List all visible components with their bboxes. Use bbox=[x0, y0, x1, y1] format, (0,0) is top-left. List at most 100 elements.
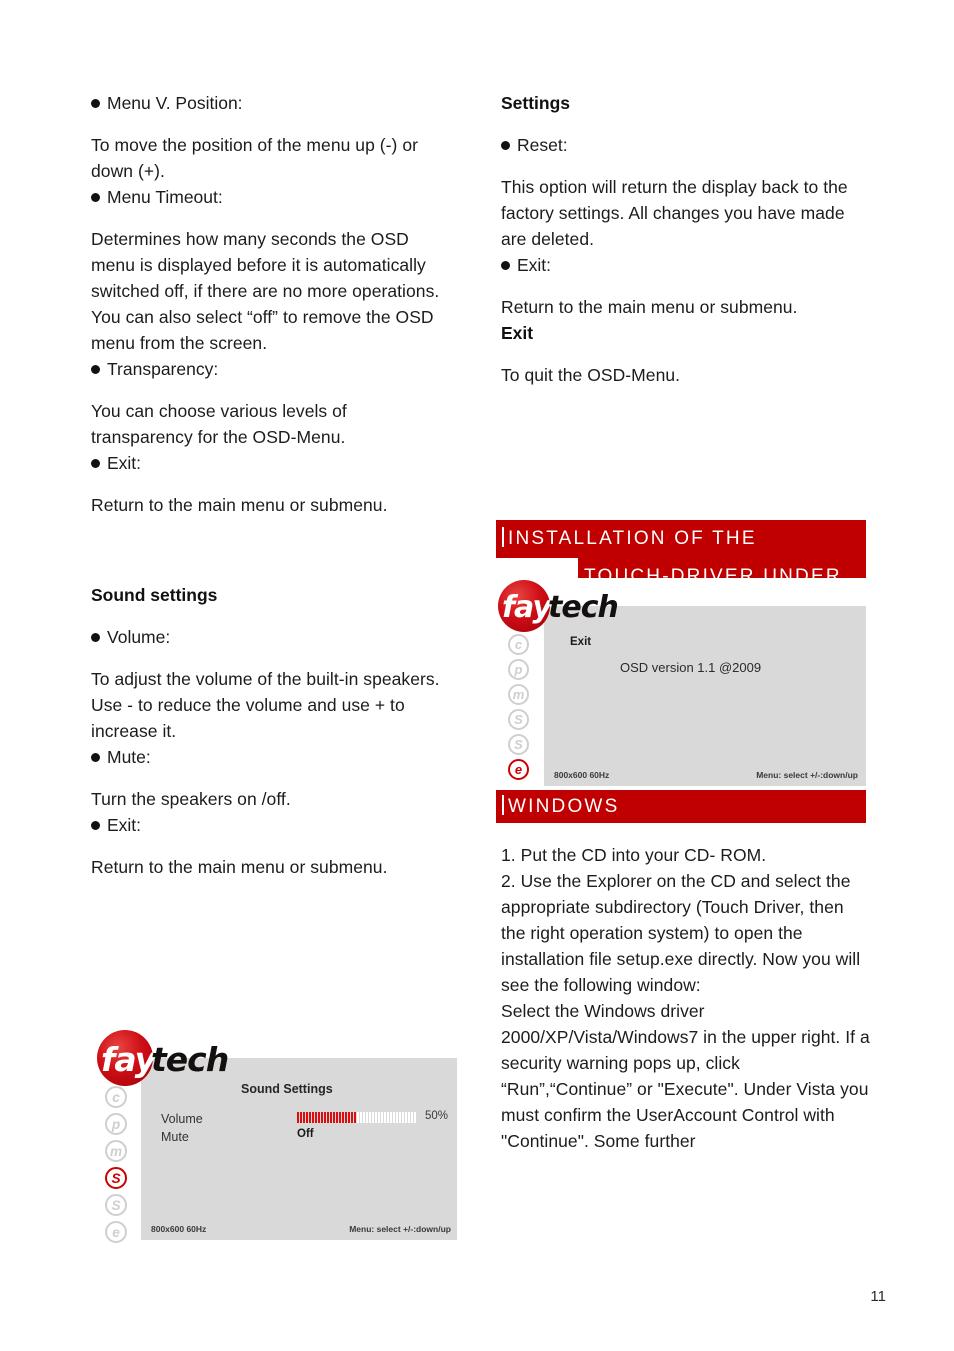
osd-rail-badge-c-0[interactable]: c bbox=[105, 1086, 127, 1108]
step-2: 2. Use the Explorer on the CD and select… bbox=[501, 871, 861, 995]
bullet-dot-icon bbox=[91, 193, 100, 202]
heading-sound-settings: Sound settings bbox=[91, 585, 218, 605]
volume-segment bbox=[330, 1112, 332, 1123]
paragraph-reset: This option will return the display back… bbox=[501, 177, 848, 249]
right-column: Settings Reset: This option will return … bbox=[501, 90, 861, 388]
left-column: Menu V. Position: To move the position o… bbox=[91, 90, 451, 880]
section-banner-line1: INSTALLATION OF THE bbox=[496, 520, 866, 558]
logo-fay-text: fay bbox=[502, 590, 552, 625]
bullet-menu-v-position: Menu V. Position: bbox=[91, 90, 451, 116]
faytech-logo: fay tech bbox=[496, 578, 656, 640]
volume-slider[interactable] bbox=[297, 1112, 416, 1123]
volume-segment bbox=[306, 1112, 308, 1123]
osd-rail-badge-s-3[interactable]: S bbox=[105, 1167, 127, 1189]
bullet-reset: Reset: bbox=[501, 132, 861, 158]
paragraph-exit-settings: Return to the main menu or submenu. bbox=[501, 297, 798, 317]
banner-tick-icon bbox=[502, 795, 504, 815]
bullet-label: Menu V. Position: bbox=[107, 93, 243, 113]
volume-segment bbox=[405, 1112, 407, 1123]
paragraph-menu-timeout: Determines how many seconds the OSD menu… bbox=[91, 229, 440, 353]
bullet-label: Exit: bbox=[517, 255, 552, 275]
osd-rail-badge-e-5[interactable]: e bbox=[508, 759, 529, 780]
osd-rail-badge-e-5[interactable]: e bbox=[105, 1221, 127, 1243]
bullet-dot-icon bbox=[91, 459, 100, 468]
osd-rail-badge-c-0[interactable]: c bbox=[508, 634, 529, 655]
volume-segment bbox=[348, 1112, 350, 1123]
osd-rail-badge-p-1[interactable]: p bbox=[508, 659, 529, 680]
paragraph-exit-sound: Return to the main menu or submenu. bbox=[91, 857, 388, 877]
volume-segment bbox=[339, 1112, 341, 1123]
document-page: Menu V. Position: To move the position o… bbox=[0, 0, 954, 1351]
osd-screenshot-sound: fay tech cpmSSe Sound Settings Volume Mu… bbox=[95, 1028, 457, 1243]
osd-rail-badge-s-4[interactable]: S bbox=[105, 1194, 127, 1216]
bullet-label: Exit: bbox=[107, 815, 142, 835]
step-1: 1. Put the CD into your CD- ROM. bbox=[501, 845, 767, 865]
bullet-dot-icon bbox=[91, 365, 100, 374]
bullet-dot-icon bbox=[501, 141, 510, 150]
osd-rail-badge-p-1[interactable]: p bbox=[105, 1113, 127, 1135]
page-number: 11 bbox=[870, 1288, 886, 1305]
volume-segment bbox=[327, 1112, 329, 1123]
volume-segment bbox=[393, 1112, 395, 1123]
osd-rail-badge-s-3[interactable]: S bbox=[508, 709, 529, 730]
volume-segment bbox=[366, 1112, 368, 1123]
osd-rail-badge-m-2[interactable]: m bbox=[508, 684, 529, 705]
volume-segment bbox=[381, 1112, 383, 1123]
bullet-dot-icon bbox=[91, 753, 100, 762]
paragraph-mute: Turn the speakers on /off. bbox=[91, 789, 291, 809]
banner-tick-icon bbox=[502, 527, 504, 547]
osd-row-label-mute[interactable]: Mute bbox=[161, 1130, 189, 1144]
logo-fay-text: fay bbox=[101, 1040, 156, 1079]
mute-state-value: Off bbox=[297, 1128, 314, 1140]
step-3: Select the Windows driver 2000/XP/Vista/… bbox=[501, 1001, 870, 1151]
osd-sound-footer-right: Menu: select +/-:down/up bbox=[349, 1224, 451, 1234]
osd-rail-badge-m-2[interactable]: m bbox=[105, 1140, 127, 1162]
volume-segment bbox=[408, 1112, 410, 1123]
osd-rail-badge-s-4[interactable]: S bbox=[508, 734, 529, 755]
logo-tech-text: tech bbox=[151, 1040, 229, 1079]
volume-segment bbox=[309, 1112, 311, 1123]
volume-segment bbox=[372, 1112, 374, 1123]
volume-segment bbox=[414, 1112, 416, 1123]
paragraph-exit-osd: Return to the main menu or submenu. bbox=[91, 495, 388, 515]
volume-segment bbox=[300, 1112, 302, 1123]
volume-segment bbox=[360, 1112, 362, 1123]
volume-segment bbox=[342, 1112, 344, 1123]
volume-segment bbox=[315, 1112, 317, 1123]
bullet-exit-sound: Exit: bbox=[91, 812, 451, 838]
osd-screenshot-exit: fay tech cpmSSe Exit OSD version 1.1 @20… bbox=[496, 578, 866, 790]
volume-segment bbox=[384, 1112, 386, 1123]
logo-tech-text: tech bbox=[548, 590, 619, 625]
volume-segment bbox=[324, 1112, 326, 1123]
paragraph-menu-v-position: To move the position of the menu up (-) … bbox=[91, 135, 418, 181]
banner-text: WINDOWS bbox=[508, 796, 620, 817]
volume-segment bbox=[354, 1112, 356, 1123]
volume-segment bbox=[402, 1112, 404, 1123]
banner-text: INSTALLATION OF THE bbox=[508, 528, 757, 549]
bullet-exit-settings: Exit: bbox=[501, 252, 861, 278]
bullet-dot-icon bbox=[91, 99, 100, 108]
osd-exit-title: Exit bbox=[570, 636, 592, 648]
bullet-exit-osd: Exit: bbox=[91, 450, 451, 476]
volume-segment bbox=[375, 1112, 377, 1123]
heading-settings: Settings bbox=[501, 93, 571, 113]
heading-exit: Exit bbox=[501, 323, 534, 343]
bullet-label: Menu Timeout: bbox=[107, 187, 223, 207]
volume-segment bbox=[333, 1112, 335, 1123]
osd-sound-title: Sound Settings bbox=[241, 1082, 333, 1096]
volume-segment bbox=[321, 1112, 323, 1123]
bullet-transparency: Transparency: bbox=[91, 356, 451, 382]
osd-row-label-volume[interactable]: Volume bbox=[161, 1112, 203, 1126]
osd-sound-rail[interactable]: cpmSSe bbox=[105, 1086, 127, 1243]
bullet-dot-icon bbox=[501, 261, 510, 270]
bullet-label: Transparency: bbox=[107, 359, 219, 379]
bullet-label: Exit: bbox=[107, 453, 142, 473]
paragraph-transparency: You can choose various levels of transpa… bbox=[91, 401, 347, 447]
volume-segment bbox=[351, 1112, 353, 1123]
bullet-label: Volume: bbox=[107, 627, 171, 647]
osd-exit-rail[interactable]: cpmSSe bbox=[508, 634, 529, 780]
volume-segment bbox=[387, 1112, 389, 1123]
osd-sound-footer-left: 800x600 60Hz bbox=[151, 1224, 207, 1234]
bullet-dot-icon bbox=[91, 633, 100, 642]
